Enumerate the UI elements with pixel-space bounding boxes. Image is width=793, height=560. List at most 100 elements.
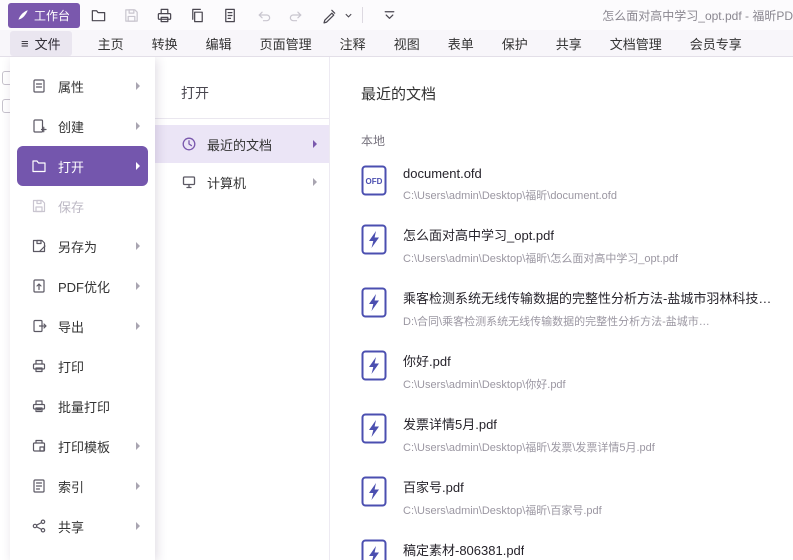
open-icon (31, 158, 47, 174)
recent-documents-panel: 最近的文档 本地 OFD document.ofd C:\Users\admin… (330, 57, 793, 560)
doc-path: D:\合同\乘客检测系统无线传输数据的完整性分析方法-盐城市… (403, 313, 771, 329)
pdf-optimize-icon (31, 278, 47, 294)
workspace-button[interactable]: 工作台 (8, 3, 80, 28)
recent-doc-row[interactable]: 怎么面对高中学习_opt.pdf C:\Users\admin\Desktop\… (361, 224, 793, 266)
file-menu-panel: 属性 创建 打开 保存 另存为 (10, 57, 155, 560)
tab-form[interactable]: 表单 (434, 30, 488, 57)
file-backstage: 属性 创建 打开 保存 另存为 (0, 57, 793, 560)
open-panel-title: 打开 (155, 57, 329, 118)
file-menu-item-create[interactable]: 创建 (17, 106, 148, 146)
submenu-arrow-icon (136, 442, 140, 450)
collapse-toolbar-icon[interactable] (374, 3, 404, 27)
tab-view[interactable]: 视图 (380, 30, 434, 57)
file-menu-item-open[interactable]: 打开 (17, 146, 148, 186)
pdf-file-icon (361, 413, 387, 444)
undo-icon[interactable] (248, 3, 278, 27)
save-icon[interactable] (116, 3, 146, 27)
pen-tool-dropdown-icon[interactable] (344, 11, 354, 20)
open-panel-item-computer[interactable]: 计算机 (155, 163, 329, 201)
tab-member-exclusive[interactable]: 会员专享 (676, 30, 756, 57)
tab-comment[interactable]: 注释 (326, 30, 380, 57)
file-menu-label: 导出 (58, 317, 84, 336)
hamburger-icon: ≡ (21, 37, 29, 50)
tab-home[interactable]: 主页 (84, 30, 138, 57)
tab-page-management[interactable]: 页面管理 (246, 30, 326, 57)
doc-name: document.ofd (403, 166, 617, 181)
file-menu-label: 属性 (58, 77, 84, 96)
print-icon[interactable] (149, 3, 179, 27)
tab-convert[interactable]: 转换 (138, 30, 192, 57)
copy-page-icon[interactable] (182, 3, 212, 27)
tab-file[interactable]: ≡ 文件 (10, 31, 72, 56)
doc-name: 稿定素材-806381.pdf (403, 540, 524, 559)
submenu-arrow-icon (136, 482, 140, 490)
file-menu-label: 另存为 (58, 237, 97, 256)
foxit-pdf-window: 工作台 怎么面对高中学习_opt (0, 0, 793, 560)
doc-path: C:\Users\admin\Desktop\福昕\百家号.pdf (403, 502, 602, 518)
open-panel-item-label: 计算机 (207, 173, 246, 192)
file-menu-label: PDF优化 (58, 277, 110, 296)
submenu-arrow-icon (136, 82, 140, 90)
tab-edit[interactable]: 编辑 (192, 30, 246, 57)
recent-doc-row[interactable]: OFD document.ofd C:\Users\admin\Desktop\… (361, 165, 793, 203)
pen-tool-icon[interactable] (314, 3, 344, 27)
open-folder-icon[interactable] (83, 3, 113, 27)
doc-path: C:\Users\admin\Desktop\福昕\document.ofd (403, 187, 617, 203)
recent-doc-row[interactable]: 你好.pdf C:\Users\admin\Desktop\你好.pdf (361, 350, 793, 392)
tab-share[interactable]: 共享 (542, 30, 596, 57)
pdf-file-icon (361, 350, 387, 381)
file-menu-item-print[interactable]: 打印 (17, 346, 148, 386)
save-as-icon (31, 238, 47, 254)
background-icon-fragment (2, 99, 10, 113)
submenu-arrow-icon (136, 282, 140, 290)
doc-name: 百家号.pdf (403, 477, 602, 496)
file-menu-item-share[interactable]: 共享 (17, 506, 148, 546)
background-strip (0, 57, 10, 560)
export-icon (31, 318, 47, 334)
recent-doc-row[interactable]: 百家号.pdf C:\Users\admin\Desktop\福昕\百家号.pd… (361, 476, 793, 518)
file-menu-item-save-as[interactable]: 另存为 (17, 226, 148, 266)
svg-text:OFD: OFD (366, 177, 383, 186)
toolbar-separator (362, 7, 363, 23)
file-menu-label: 打开 (58, 157, 84, 176)
submenu-arrow-icon (313, 140, 317, 148)
divider (155, 118, 329, 119)
submenu-arrow-icon (136, 162, 140, 170)
create-icon (31, 118, 47, 134)
submenu-arrow-icon (136, 522, 140, 530)
submenu-arrow-icon (136, 242, 140, 250)
quick-access-toolbar: 工作台 怎么面对高中学习_opt (0, 0, 793, 30)
tab-protect[interactable]: 保护 (488, 30, 542, 57)
recent-doc-row[interactable]: 乘客检测系统无线传输数据的完整性分析方法-盐城市羽林科技… D:\合同\乘客检测… (361, 287, 793, 329)
local-section-label: 本地 (361, 132, 793, 149)
file-menu-item-save[interactable]: 保存 (17, 186, 148, 226)
properties-icon (31, 78, 47, 94)
computer-icon (181, 174, 197, 190)
redo-icon[interactable] (281, 3, 311, 27)
print-icon (31, 358, 47, 374)
recent-doc-row[interactable]: 稿定素材-806381.pdf (361, 539, 793, 560)
file-menu-item-pdf-optimize[interactable]: PDF优化 (17, 266, 148, 306)
pdf-file-icon (361, 539, 387, 560)
file-menu-item-batch-print[interactable]: 批量打印 (17, 386, 148, 426)
file-menu-item-print-template[interactable]: 打印模板 (17, 426, 148, 466)
doc-name: 发票详情5月.pdf (403, 414, 655, 433)
file-menu-label: 打印 (58, 357, 84, 376)
workspace-label: 工作台 (34, 7, 70, 24)
tab-document-management[interactable]: 文档管理 (596, 30, 676, 57)
print-template-icon (31, 438, 47, 454)
pdf-file-icon (361, 224, 387, 255)
file-tab-label: 文件 (35, 34, 61, 53)
recent-doc-row[interactable]: 发票详情5月.pdf C:\Users\admin\Desktop\福昕\发票\… (361, 413, 793, 455)
file-menu-item-index[interactable]: 索引 (17, 466, 148, 506)
window-title: 怎么面对高中学习_opt.pdf - 福昕PD (602, 7, 793, 24)
file-menu-label: 索引 (58, 477, 84, 496)
pdf-file-icon (361, 476, 387, 507)
new-page-icon[interactable] (215, 3, 245, 27)
file-menu-item-properties[interactable]: 属性 (17, 66, 148, 106)
doc-name: 你好.pdf (403, 351, 566, 370)
open-panel-item-label: 最近的文档 (207, 135, 272, 154)
index-icon (31, 478, 47, 494)
open-panel-item-recent[interactable]: 最近的文档 (155, 125, 329, 163)
file-menu-item-export[interactable]: 导出 (17, 306, 148, 346)
